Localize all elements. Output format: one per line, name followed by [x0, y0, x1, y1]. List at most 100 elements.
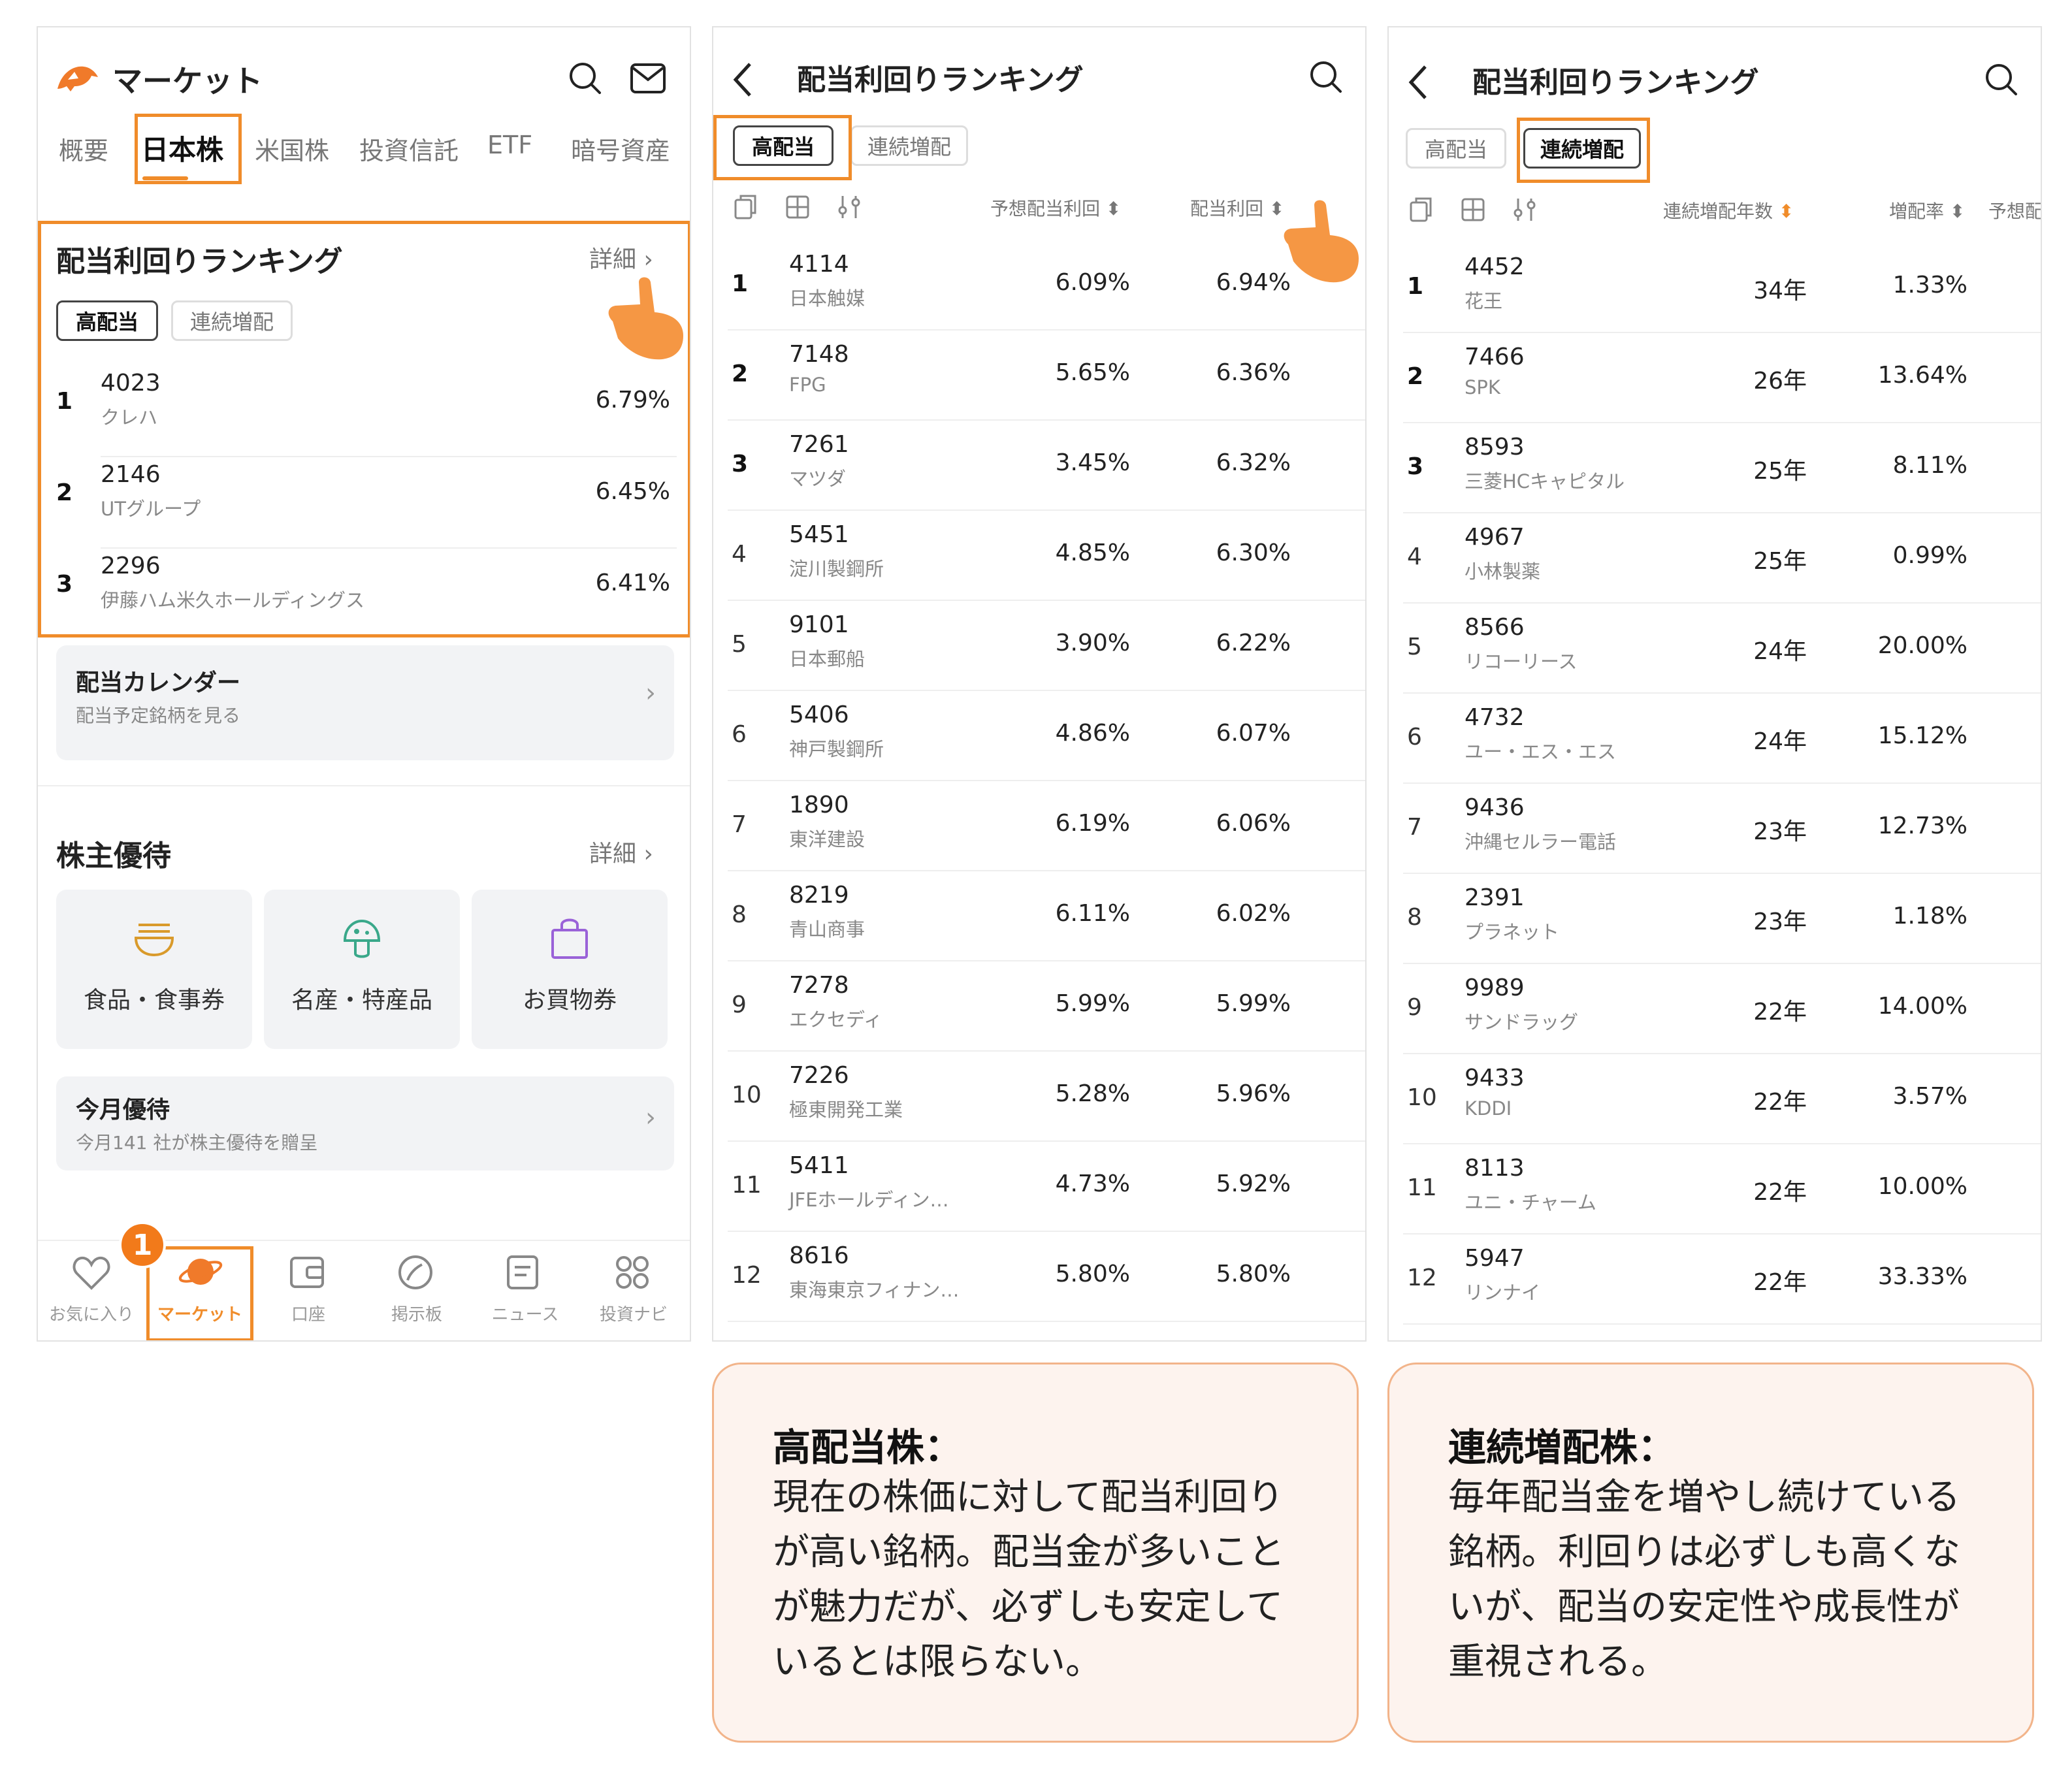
table-row[interactable]: 10 7226 極東開発工業 5.28% 5.96%: [713, 1052, 1365, 1142]
rank-number: 12: [732, 1262, 762, 1289]
table-row[interactable]: 7 1890 東洋建設 6.19% 6.06%: [713, 781, 1365, 871]
table-row[interactable]: 9 7278 エクセディ 5.99% 5.99%: [713, 961, 1365, 1052]
table-row[interactable]: 6 5406 神戸製鋼所 4.86% 6.07%: [713, 691, 1365, 781]
column-consecutive-years[interactable]: 連続増配年数 ⬍: [1663, 197, 1794, 223]
table-row[interactable]: 4 5451 淀川製鋼所 4.85% 6.30%: [713, 511, 1365, 601]
table-row[interactable]: 3 7261 マツダ 3.45% 6.32%: [713, 421, 1365, 511]
ranking-detail-link[interactable]: 詳細 ›: [589, 240, 653, 274]
rank-number: 12: [1407, 1265, 1437, 1291]
wallet-icon[interactable]: [289, 1255, 325, 1289]
column-forecast-yield[interactable]: 予想配当利回 ⬍: [990, 195, 1121, 221]
nav-favorites[interactable]: お気に入り: [39, 1301, 144, 1325]
value-col1: 4.85%: [1055, 540, 1130, 566]
stock-code: 1890: [789, 792, 849, 818]
news-icon[interactable]: [506, 1254, 540, 1291]
table-row[interactable]: 5 9101 日本郵船 3.90% 6.22%: [713, 601, 1365, 691]
stock-name: 日本郵船: [789, 648, 866, 670]
value-col1: 3.90%: [1055, 630, 1130, 656]
value-col1: 23年: [1753, 818, 1807, 845]
rank-number: 4: [732, 541, 747, 568]
list-item[interactable]: 1 4023 クレハ 6.79%: [38, 364, 690, 456]
category-shopping[interactable]: お買物券: [472, 890, 668, 1049]
pill-high-dividend[interactable]: 高配当: [56, 300, 158, 341]
grid-icon[interactable]: [785, 195, 810, 219]
copy-icon[interactable]: [733, 193, 759, 221]
heart-icon[interactable]: [72, 1255, 111, 1291]
category-specialty[interactable]: 名産・特産品: [264, 890, 460, 1049]
stock-name: JFEホールディン…: [789, 1189, 949, 1211]
tab-overview[interactable]: 概要: [59, 131, 108, 167]
table-row[interactable]: 11 8113 ユニ・チャーム 22年 10.00%: [1389, 1144, 2041, 1234]
filter-sliders-icon[interactable]: [1512, 196, 1538, 223]
filter-sliders-icon[interactable]: [836, 193, 862, 221]
table-row[interactable]: 1 4114 日本触媒 6.09% 6.94%: [713, 240, 1365, 331]
category-food[interactable]: 食品・食事券: [56, 890, 252, 1049]
stock-code: 2391: [1465, 884, 1525, 911]
board-icon[interactable]: [397, 1254, 434, 1291]
back-icon[interactable]: [1406, 63, 1432, 102]
table-row[interactable]: 11 5411 JFEホールディン… 4.73% 5.92%: [713, 1142, 1365, 1232]
pill-consecutive-increase[interactable]: 連続増配: [171, 300, 293, 341]
apps-grid-icon[interactable]: [614, 1254, 651, 1291]
table-row[interactable]: 7 9436 沖縄セルラー電話 23年 12.73%: [1389, 784, 2041, 874]
search-icon[interactable]: [1983, 61, 2020, 98]
table-row[interactable]: 12 5947 リンナイ 22年 33.33%: [1389, 1234, 2041, 1325]
stock-name: ユー・エス・エス: [1465, 741, 1617, 763]
rank-number: 1: [1407, 273, 1424, 300]
back-icon[interactable]: [730, 60, 756, 99]
shopping-bag-icon: [551, 918, 588, 959]
column-yield[interactable]: 配当利回 ⬍: [1190, 195, 1284, 221]
table-row[interactable]: 2 7148 FPG 5.65% 6.36%: [713, 331, 1365, 421]
page-title: マーケット: [112, 63, 263, 99]
monthly-benefits-card[interactable]: 今月優待 今月141 社が株主優待を贈呈 ›: [56, 1076, 674, 1170]
table-row[interactable]: 1 4452 花王 34年 1.33%: [1389, 243, 2041, 333]
table-row[interactable]: 3 8593 三菱HCキャピタル 25年 8.11%: [1389, 423, 2041, 513]
pill-high-dividend[interactable]: 高配当: [1406, 128, 1506, 169]
column-forecast[interactable]: 予想配: [1988, 197, 2041, 223]
table-row[interactable]: 10 9433 KDDI 22年 3.57%: [1389, 1054, 2041, 1144]
list-item[interactable]: 2 2146 UTグループ 6.45%: [38, 456, 690, 547]
tab-etf[interactable]: ETF: [487, 131, 532, 159]
stock-code: 5451: [789, 521, 849, 548]
dividend-calendar-card[interactable]: 配当カレンダー 配当予定銘柄を見る ›: [56, 645, 674, 760]
table-row[interactable]: 9 9989 サンドラッグ 22年 14.00%: [1389, 964, 2041, 1054]
stock-code: 4732: [1465, 704, 1525, 731]
mushroom-icon: [343, 919, 381, 958]
table-row[interactable]: 4 4967 小林製薬 25年 0.99%: [1389, 513, 2041, 604]
stock-name: 花王: [1465, 290, 1503, 312]
nav-account[interactable]: 口座: [256, 1301, 361, 1325]
rank-number: 6: [732, 721, 747, 748]
tab-crypto[interactable]: 暗号資産: [571, 131, 670, 167]
value-col2: 5.99%: [1216, 990, 1291, 1017]
value-col1: 5.80%: [1055, 1261, 1130, 1287]
benefits-detail-link[interactable]: 詳細 ›: [589, 835, 653, 869]
highlight-consecutive-pill: [1517, 118, 1650, 183]
app-logo-icon: [57, 66, 98, 91]
stock-name: ユニ・チャーム: [1465, 1191, 1596, 1214]
table-row[interactable]: 6 4732 ユー・エス・エス 24年 15.12%: [1389, 694, 2041, 784]
stock-name: 青山商事: [789, 918, 866, 941]
tab-investment-trusts[interactable]: 投資信託: [359, 131, 459, 167]
stock-name: 三菱HCキャピタル: [1465, 470, 1625, 492]
search-icon[interactable]: [1308, 59, 1344, 95]
list-item[interactable]: 3 2296 伊藤ハム米久ホールディングス 6.41%: [38, 547, 690, 639]
pill-consecutive-increase[interactable]: 連続増配: [850, 125, 968, 166]
table-row[interactable]: 8 2391 プラネット 23年 1.18%: [1389, 874, 2041, 964]
stock-code: 5411: [789, 1152, 849, 1179]
table-row[interactable]: 8 8219 青山商事 6.11% 6.02%: [713, 871, 1365, 961]
pointing-hand-icon: [1284, 200, 1359, 283]
column-increase-rate[interactable]: 増配率 ⬍: [1889, 197, 1965, 223]
stock-name: 沖縄セルラー電話: [1465, 831, 1617, 853]
table-row[interactable]: 12 8616 東海東京フィナン… 5.80% 5.80%: [713, 1232, 1365, 1322]
grid-icon[interactable]: [1461, 197, 1485, 222]
tab-us-stocks[interactable]: 米国株: [255, 131, 329, 167]
table-row[interactable]: 5 8566 リコーリース 24年 20.00%: [1389, 604, 2041, 694]
nav-board[interactable]: 掲示板: [364, 1301, 469, 1325]
value-col1: 22年: [1753, 1089, 1807, 1116]
mail-icon[interactable]: [630, 63, 666, 94]
copy-icon[interactable]: [1408, 196, 1434, 223]
search-icon[interactable]: [567, 60, 604, 97]
nav-invest-navi[interactable]: 投資ナビ: [581, 1301, 686, 1325]
nav-news[interactable]: ニュース: [473, 1301, 577, 1325]
table-row[interactable]: 2 7466 SPK 26年 13.64%: [1389, 333, 2041, 423]
